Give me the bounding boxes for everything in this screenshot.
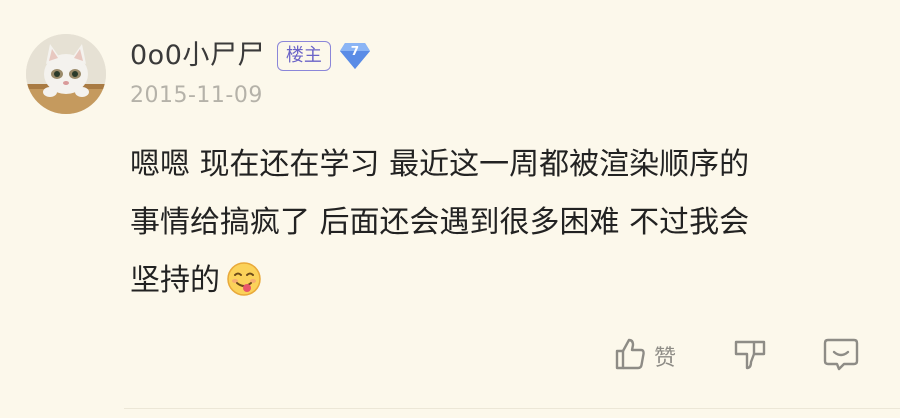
like-label: 赞 — [654, 346, 677, 371]
dislike-button[interactable] — [732, 334, 768, 378]
reply-button[interactable] — [822, 334, 860, 378]
comment-actions: 赞 — [612, 334, 872, 378]
level-gem-icon: 7 — [339, 41, 371, 71]
comment-bubble-icon — [822, 336, 860, 376]
content-line-text: 坚持的 — [130, 263, 220, 298]
level-number: 7 — [350, 44, 360, 58]
comment-card: 0o0小尸尸 楼主 7 2015-11-09 嗯嗯 现在还在学习 最近这一周都被… — [0, 0, 900, 418]
divider — [124, 408, 900, 409]
content-line-last: 坚持的 — [130, 252, 860, 310]
comment-content: 嗯嗯 现在还在学习 最近这一周都被渲染顺序的 事情给搞疯了 后面还会遇到很多困难… — [130, 136, 860, 310]
thumbs-down-icon — [732, 336, 768, 376]
author-name[interactable]: 0o0小尸尸 — [130, 38, 265, 74]
author-row: 0o0小尸尸 楼主 7 — [130, 38, 371, 74]
content-line: 事情给搞疯了 后面还会遇到很多困难 不过我会 — [130, 205, 750, 240]
content-line: 嗯嗯 现在还在学习 最近这一周都被渲染顺序的 — [130, 147, 750, 182]
op-badge: 楼主 — [276, 41, 331, 71]
like-button[interactable]: 赞 — [612, 334, 676, 378]
yum-face-icon — [226, 261, 262, 297]
thumbs-up-icon — [612, 336, 648, 376]
post-date: 2015-11-09 — [130, 83, 263, 108]
avatar[interactable] — [26, 34, 106, 114]
